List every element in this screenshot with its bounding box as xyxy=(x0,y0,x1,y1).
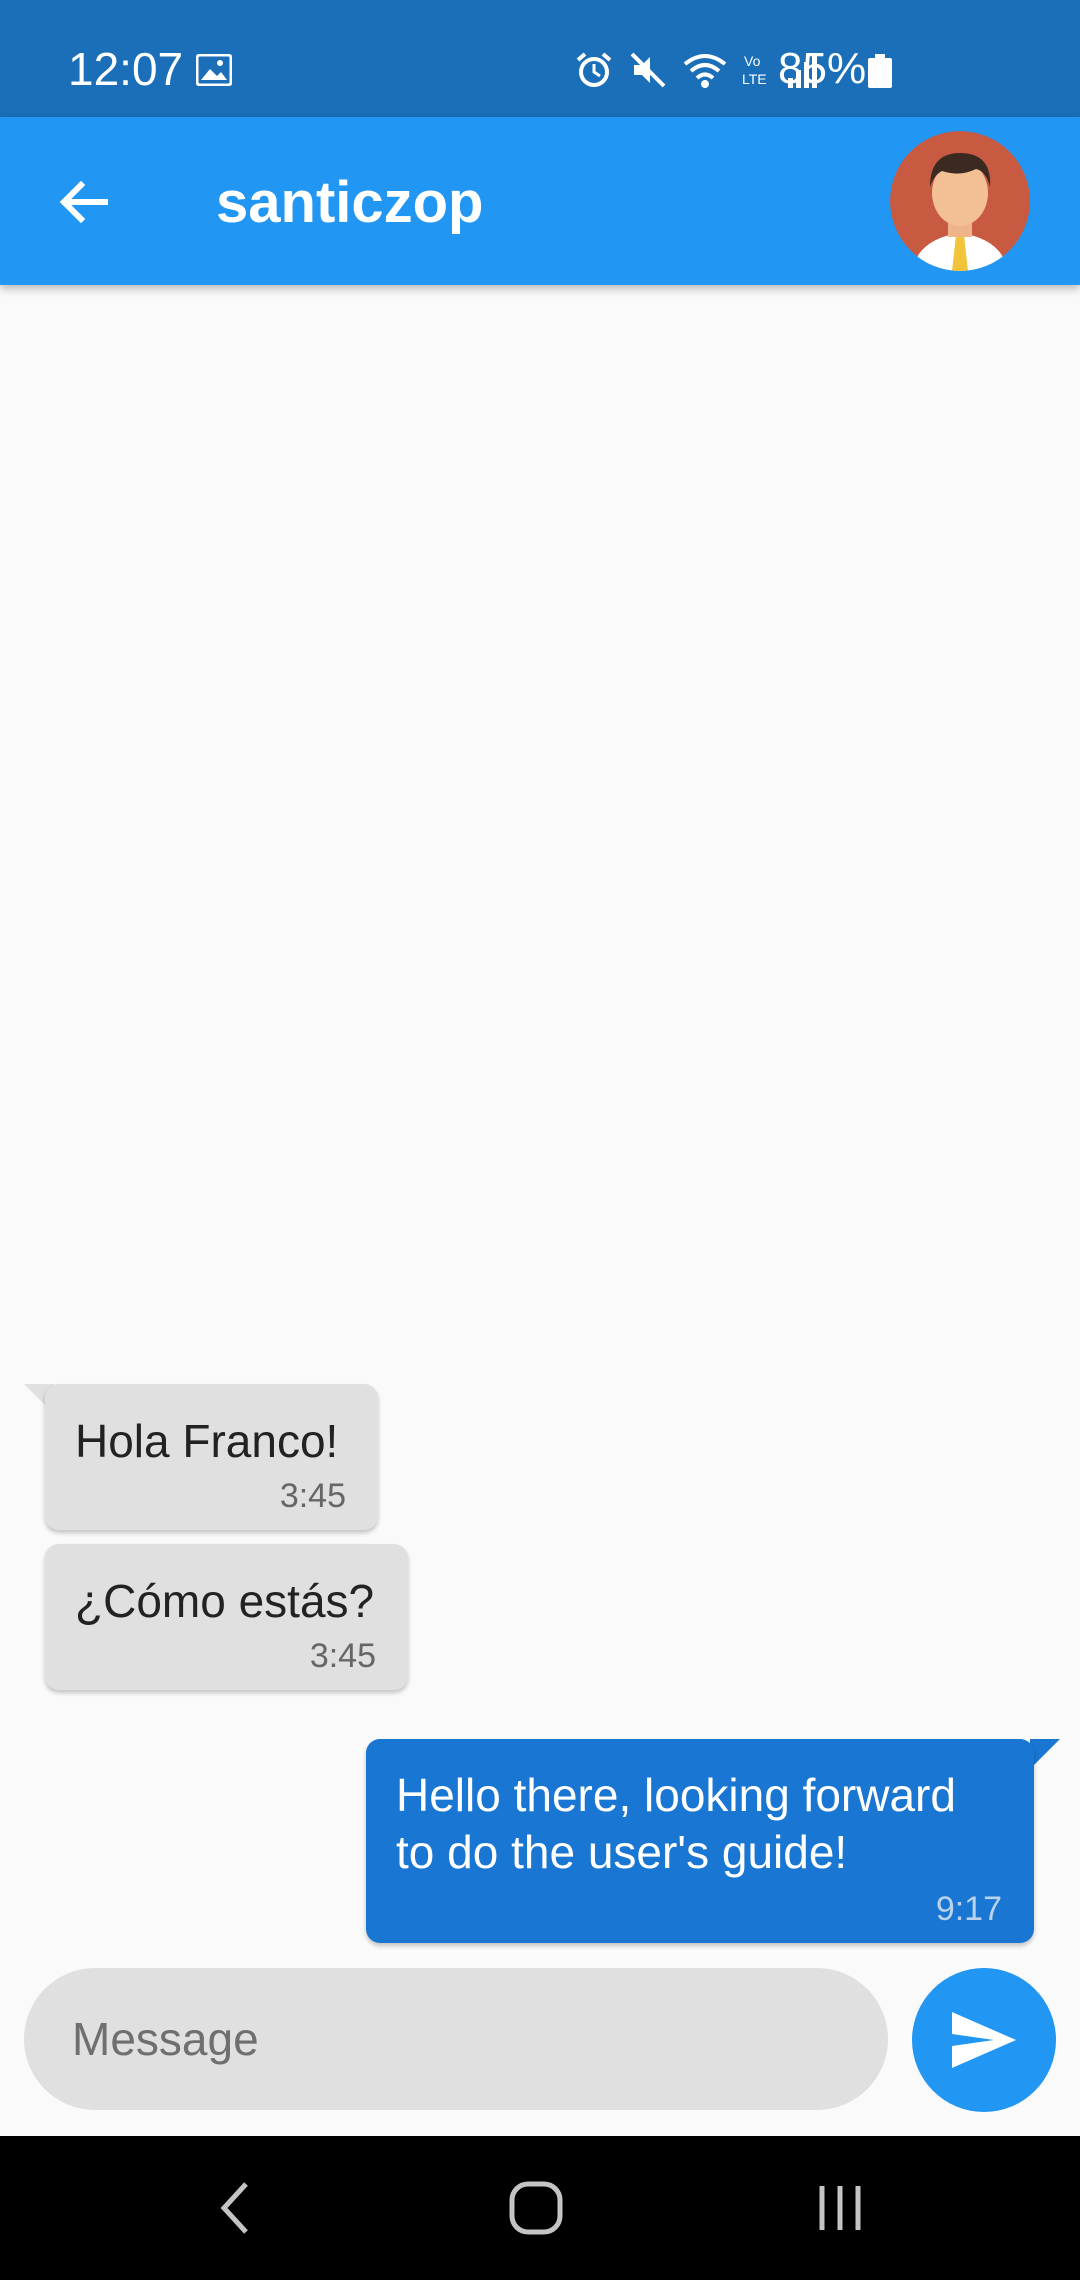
gallery-icon xyxy=(196,54,232,86)
battery-percentage: 85% xyxy=(778,44,867,93)
avatar[interactable] xyxy=(890,131,1030,271)
mute-icon xyxy=(630,52,666,88)
nav-recents-button[interactable] xyxy=(800,2178,880,2238)
nav-back-icon xyxy=(220,2182,248,2234)
status-bar: 12:07 Vo LTE 85% xyxy=(0,0,1080,117)
wifi-icon xyxy=(683,54,727,88)
arrow-back-icon xyxy=(59,180,108,224)
alarm-icon xyxy=(576,52,612,87)
send-button[interactable] xyxy=(912,1968,1056,2112)
send-icon xyxy=(952,2012,1016,2068)
status-time: 12:07 xyxy=(68,43,184,95)
message-bubble-incoming[interactable]: Hola Franco! 3:45 xyxy=(45,1384,378,1530)
message-text: Hola Franco! xyxy=(75,1415,339,1467)
message-bubble-outgoing[interactable]: Hello there, looking forward to do the u… xyxy=(366,1739,1034,1943)
message-time: 9:17 xyxy=(935,1890,1002,1928)
volte-icon: Vo LTE xyxy=(742,53,767,87)
nav-home-icon xyxy=(509,2181,563,2235)
navigation-bar xyxy=(0,2136,1080,2280)
message-input[interactable] xyxy=(24,1968,888,2110)
nav-back-button[interactable] xyxy=(196,2178,276,2238)
chat-title: santiczop xyxy=(216,170,484,235)
svg-text:Vo: Vo xyxy=(744,53,761,69)
battery-icon xyxy=(868,54,892,88)
message-time: 3:45 xyxy=(279,1477,346,1515)
svg-text:LTE: LTE xyxy=(742,71,767,87)
nav-home-button[interactable] xyxy=(496,2178,576,2238)
message-time: 3:45 xyxy=(309,1637,376,1675)
outgoing-bubble-tail xyxy=(1030,1739,1060,1769)
back-button[interactable] xyxy=(48,167,118,237)
message-text: ¿Cómo estás? xyxy=(75,1575,375,1627)
user-avatar-icon xyxy=(890,131,1030,271)
nav-recents-icon xyxy=(819,2186,861,2230)
app-bar: santiczop xyxy=(0,117,1080,285)
message-text: Hello there, looking forward to do the u… xyxy=(396,1769,956,1878)
message-bubble-incoming[interactable]: ¿Cómo estás? 3:45 xyxy=(45,1544,408,1690)
